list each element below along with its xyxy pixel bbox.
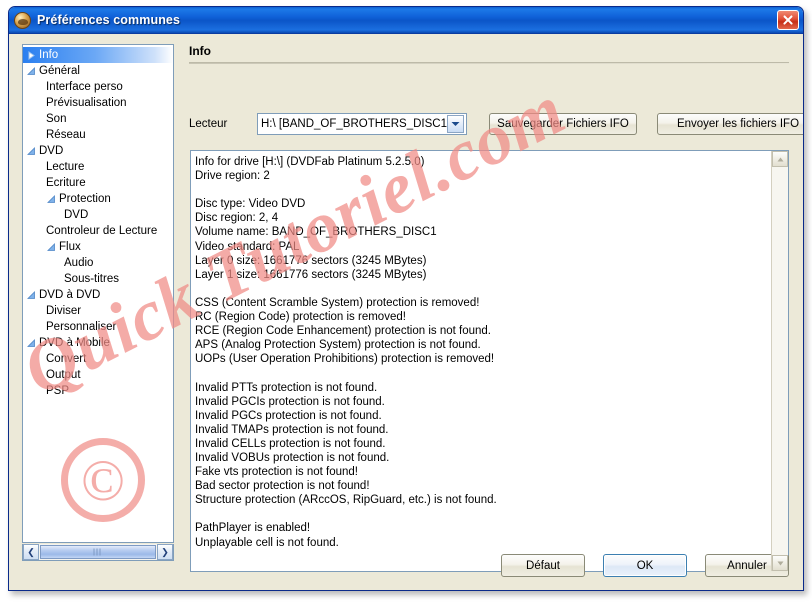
preferences-dialog: Préférences communes Info Général Interfac… [8,6,804,591]
chevron-right-icon[interactable] [25,50,38,60]
drive-label: Lecteur [189,118,228,130]
sidebar-item-psp[interactable]: PSP [23,383,173,399]
chevron-down-icon[interactable] [25,338,38,348]
scroll-grip-icon [93,548,103,556]
sidebar-item-sous-titres[interactable]: Sous-titres [23,271,173,287]
window-title: Préférences communes [37,13,181,27]
sidebar-item-controleur-de-lecture[interactable]: Controleur de Lecture [23,223,173,239]
sidebar-item-label: Info [39,49,59,61]
chevron-down-icon[interactable] [45,194,58,204]
sidebar-item-previsualisation[interactable]: Prévisualisation [23,95,173,111]
sidebar-item-audio[interactable]: Audio [23,255,173,271]
app-icon [14,11,31,29]
chevron-down-icon[interactable] [25,146,38,156]
send-ifo-files-button[interactable]: Envoyer les fichiers IFO [657,113,803,135]
sidebar-item-label: Réseau [46,129,86,141]
sidebar-item-label: Son [46,113,67,125]
sidebar-item-label: Convert [46,353,87,365]
sidebar-item-general[interactable]: Général [23,63,173,79]
settings-tree-list: Info Général Interface perso Prévisualisati… [23,45,173,399]
drive-select[interactable]: H:\ [BAND_OF_BROTHERS_DISC1] [257,113,467,135]
chevron-down-icon[interactable] [447,115,464,133]
sidebar-item-label: Output [46,369,81,381]
scroll-up-icon[interactable] [772,151,788,167]
page-title: Info [189,44,211,58]
tree-scroll-track[interactable] [39,544,157,560]
dialog-client-area: Info Général Interface perso Prévisualisati… [9,34,803,590]
sidebar-item-label: Lecture [46,161,85,173]
sidebar-item-interface-perso[interactable]: Interface perso [23,79,173,95]
sidebar-item-label: Prévisualisation [46,97,127,109]
chevron-down-icon[interactable] [25,66,38,76]
sidebar-item-personnaliser[interactable]: Personnaliser [23,319,173,335]
title-divider [189,62,789,64]
sidebar-item-label: DVD à DVD [39,289,101,301]
sidebar-item-diviser[interactable]: Diviser [23,303,173,319]
sidebar-item-label: Controleur de Lecture [46,225,158,237]
scroll-left-icon[interactable]: ❮ [23,544,39,560]
sidebar-item-label: Interface perso [46,81,123,93]
sidebar-item-dvd[interactable]: DVD [23,207,173,223]
sidebar-item-label: DVD à Mobile [39,337,110,349]
scroll-right-icon[interactable]: ❯ [157,544,173,560]
sidebar-item-label: Ecriture [46,177,86,189]
sidebar-item-label: Audio [64,257,94,269]
sidebar-item-label: PSP [46,385,70,397]
sidebar-item-output[interactable]: Output [23,367,173,383]
sidebar-item-reseau[interactable]: Réseau [23,127,173,143]
sidebar-item-label: Protection [59,193,111,205]
sidebar-item-convert[interactable]: Convert [23,351,173,367]
sidebar-item-label: DVD [39,145,64,157]
info-toolbar: Lecteur H:\ [BAND_OF_BROTHERS_DISC1] Sau… [189,112,803,136]
tree-scroll-thumb[interactable] [40,545,156,559]
sidebar-item-dvd-a-dvd[interactable]: DVD à DVD [23,287,173,303]
save-ifo-files-button[interactable]: Sauvegarder Fichiers IFO [489,113,637,135]
chevron-down-icon[interactable] [25,290,38,300]
sidebar-item-label: Général [39,65,80,77]
drive-select-value: H:\ [BAND_OF_BROTHERS_DISC1] [261,118,447,130]
sidebar-item-ecriture[interactable]: Ecriture [23,175,173,191]
settings-tree[interactable]: Info Général Interface perso Prévisualisati… [22,44,174,543]
tree-horizontal-scrollbar[interactable]: ❮ ❯ [22,544,174,561]
sidebar-item-label: DVD [64,209,89,221]
sidebar-item-label: Diviser [46,305,82,317]
sidebar-item-info[interactable]: Info [23,47,173,63]
sidebar-item-flux[interactable]: Flux [23,239,173,255]
close-icon[interactable] [777,10,799,30]
title-bar: Préférences communes [9,7,803,34]
sidebar-item-label: Personnaliser [46,321,117,333]
sidebar-item-label: Sous-titres [64,273,119,285]
sidebar-item-protection[interactable]: Protection [23,191,173,207]
chevron-down-icon[interactable] [45,242,58,252]
disc-info-text: Info for drive [H:\] (DVDFab Platinum 5.… [195,156,497,549]
sidebar-item-label: Flux [59,241,81,253]
sidebar-item-son[interactable]: Son [23,111,173,127]
sidebar-item-lecture[interactable]: Lecture [23,159,173,175]
sidebar-item-dvd[interactable]: DVD [23,143,173,159]
disc-info-textarea[interactable]: Info for drive [H:\] (DVDFab Platinum 5.… [190,150,789,572]
sidebar-item-dvd-a-mobile[interactable]: DVD à Mobile [23,335,173,351]
info-vertical-scrollbar[interactable] [771,151,788,571]
scroll-down-icon[interactable] [772,555,788,571]
